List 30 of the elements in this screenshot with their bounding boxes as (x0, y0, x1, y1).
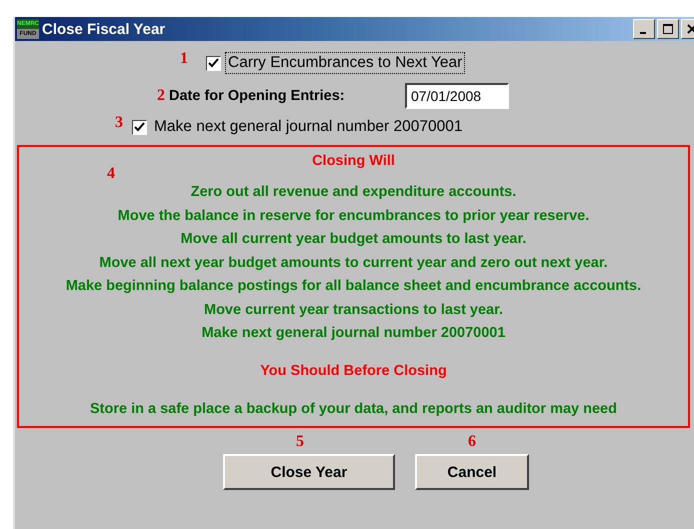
maximize-icon (663, 24, 673, 34)
field-label: Date for Opening Entries: (169, 88, 346, 104)
callout-number: 3 (115, 114, 123, 132)
checkbox[interactable] (206, 56, 221, 70)
callout-number: 1 (180, 50, 188, 68)
section-heading: You Should Before Closing (260, 362, 447, 380)
callout-number: 5 (296, 432, 304, 452)
callout-number: 2 (157, 87, 165, 105)
summary-line: Move all current year budget amounts to last year. (180, 231, 526, 249)
checkbox-label[interactable]: Carry Encumbrances to Next Year (225, 52, 466, 74)
window-title: Close Fiscal Year (42, 20, 166, 38)
summary-line: Make beginning balance postings for all balance sheet and encumbrance accounts. (66, 278, 642, 296)
minimize-icon (640, 32, 646, 34)
cancel-button[interactable]: Cancel (415, 454, 529, 490)
checkbox-label[interactable]: Make next general journal number 20070001 (151, 116, 466, 138)
section-heading: Closing Will (312, 153, 395, 171)
summary-line: Move all next year budget amounts to current year and zero out next year. (99, 254, 608, 272)
summary-line: Move the balance in reserve for encumbrances to prior year reserve. (118, 208, 590, 226)
minimize-button[interactable] (633, 19, 655, 39)
close-icon (687, 24, 694, 34)
date-field[interactable]: 07/01/2008 (405, 83, 509, 109)
summary-line: Move current year transactions to last year. (204, 302, 503, 320)
summary-line: Store in a safe place a backup of your data, and reports an auditor may need (90, 400, 617, 418)
callout-number: 4 (107, 165, 115, 183)
summary-line: Zero out all revenue and expenditure accounts. (190, 184, 516, 202)
checkbox[interactable] (132, 120, 147, 134)
close-year-button[interactable]: Close Year (223, 454, 395, 490)
maximize-button[interactable] (657, 19, 679, 39)
callout-number: 6 (468, 432, 476, 452)
summary-line: Make next general journal number 20070001 (202, 325, 506, 343)
